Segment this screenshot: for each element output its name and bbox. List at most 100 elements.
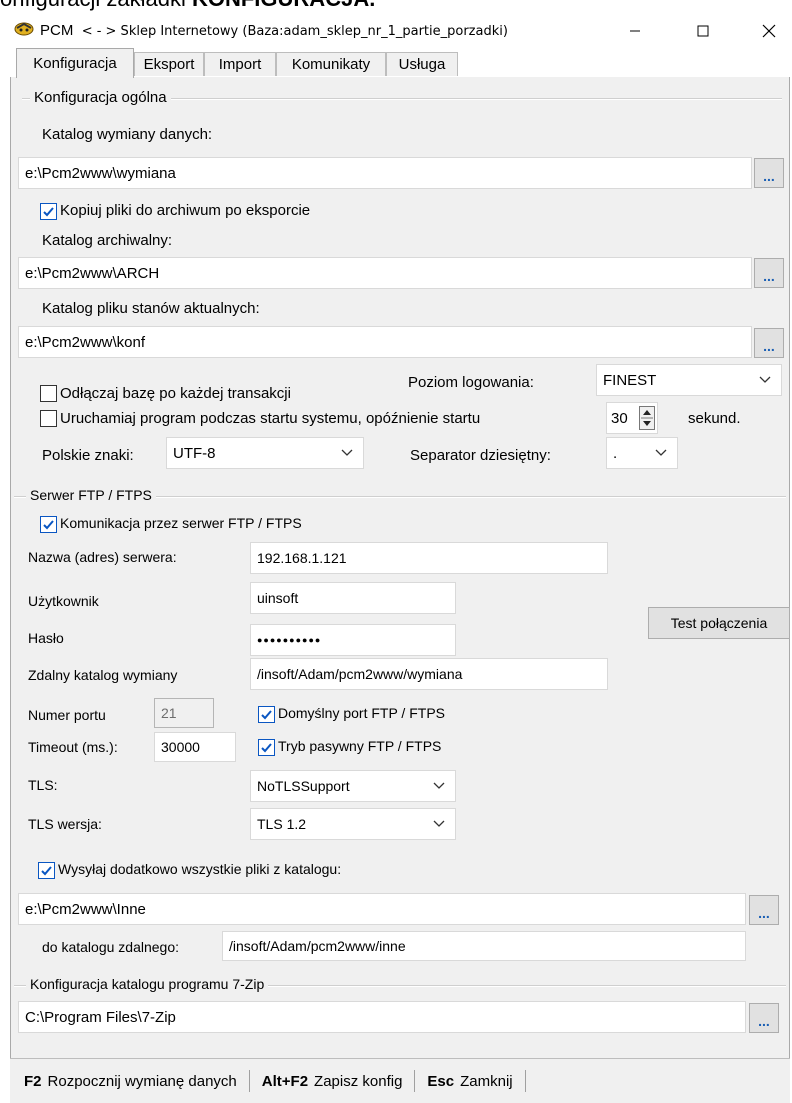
- spin-buttons[interactable]: [639, 406, 655, 430]
- 7zip-dir-browse-button[interactable]: ...: [749, 1003, 779, 1033]
- send-all-label: Wysyłaj dodatkowo wszystkie pliki z kata…: [58, 861, 342, 877]
- user-field[interactable]: uinsoft: [250, 582, 456, 614]
- shortcut-save-config[interactable]: Zapisz konfig: [314, 1073, 402, 1090]
- tls-label: TLS:: [28, 777, 58, 793]
- decimal-sep-label: Separator dziesiętny:: [410, 447, 551, 464]
- to-remote-label: do katalogu zdalnego:: [42, 939, 179, 955]
- server-field[interactable]: 192.168.1.121: [250, 542, 608, 574]
- tab-eksport[interactable]: Eksport: [134, 52, 204, 76]
- checkmark-icon: [43, 520, 54, 530]
- window-title: PCM < - > Sklep Internetowy (Baza:adam_s…: [40, 22, 508, 39]
- test-connection-button[interactable]: Test połączenia: [648, 607, 790, 639]
- tls-select[interactable]: NoTLSSupport: [250, 770, 456, 802]
- password-field[interactable]: ●●●●●●●●●●: [250, 624, 456, 656]
- shortcut-key: Alt+F2: [261, 1072, 309, 1090]
- charset-label: Polskie znaki:: [42, 447, 134, 464]
- remote-dir-field[interactable]: /insoft/Adam/pcm2www/wymiana: [250, 658, 608, 690]
- shortcut-key: Esc: [427, 1072, 455, 1090]
- archive-dir-field[interactable]: e:\Pcm2www\ARCH: [18, 257, 752, 289]
- tab-label: Import: [218, 56, 262, 73]
- tab-konfiguracja[interactable]: Konfiguracja: [16, 48, 134, 78]
- ftp-enable-checkbox[interactable]: [40, 516, 57, 533]
- start-delay-value: 30: [611, 409, 628, 427]
- server-label: Nazwa (adres) serwera:: [28, 549, 177, 565]
- tab-import[interactable]: Import: [204, 52, 276, 76]
- checkmark-icon: [43, 207, 54, 217]
- status-separator: [248, 1070, 250, 1092]
- ftp-enable-label: Komunikacja przez serwer FTP / FTPS: [60, 515, 302, 531]
- maximize-button[interactable]: [680, 14, 726, 48]
- chevron-down-icon: [655, 449, 667, 456]
- send-all-checkbox[interactable]: [38, 862, 55, 879]
- exchange-dir-field[interactable]: e:\Pcm2www\wymiana: [18, 157, 752, 189]
- passive-mode-checkbox[interactable]: [258, 739, 275, 756]
- close-button[interactable]: [746, 14, 792, 48]
- chevron-down-icon: [433, 782, 445, 789]
- minimize-icon: [630, 30, 640, 32]
- group-title-7zip: Konfiguracja katalogu programu 7-Zip: [26, 976, 269, 992]
- port-label: Numer portu: [28, 707, 106, 723]
- checkmark-icon: [261, 743, 272, 753]
- checkmark-icon: [41, 866, 52, 876]
- checkmark-icon: [261, 710, 272, 720]
- group-title-general: Konfiguracja ogólna: [30, 89, 171, 106]
- local-dir-field[interactable]: e:\Pcm2www\Inne: [18, 893, 746, 925]
- chevron-down-icon: [759, 376, 771, 383]
- to-remote-field[interactable]: /insoft/Adam/pcm2www/inne: [222, 931, 746, 961]
- tls-version-value: TLS 1.2: [257, 816, 307, 832]
- document-heading-fragment: onfiguracji zakładki KONFIGURACJA.: [0, 0, 375, 12]
- log-level-select[interactable]: FINEST: [596, 364, 782, 396]
- tab-usluga[interactable]: Usługa: [386, 52, 458, 76]
- chevron-down-icon: [341, 449, 353, 456]
- exchange-dir-browse-button[interactable]: ...: [754, 158, 784, 188]
- charset-value: UTF-8: [173, 444, 216, 462]
- stock-dir-label: Katalog pliku stanów aktualnych:: [42, 300, 260, 317]
- tab-label: Usługa: [398, 56, 446, 73]
- tab-label: Konfiguracja: [33, 55, 117, 72]
- user-label: Użytkownik: [28, 593, 99, 609]
- start-delay-spinner[interactable]: 30: [606, 402, 658, 434]
- chevron-down-icon: [433, 820, 445, 827]
- 7zip-dir-field[interactable]: C:\Program Files\7-Zip: [18, 1001, 746, 1033]
- status-bar: F2 Rozpocznij wymianę danych Alt+F2 Zapi…: [10, 1058, 790, 1103]
- disconnect-checkbox[interactable]: [40, 385, 57, 402]
- delay-unit-label: sekund.: [688, 410, 741, 427]
- password-label: Hasło: [28, 630, 64, 646]
- decimal-sep-select[interactable]: .: [606, 437, 678, 469]
- exchange-dir-label: Katalog wymiany danych:: [42, 126, 213, 143]
- tls-value: NoTLSSupport: [257, 778, 350, 794]
- shortcut-key: F2: [24, 1072, 42, 1090]
- group-title-ftp: Serwer FTP / FTPS: [26, 487, 156, 503]
- minimize-button[interactable]: [612, 14, 658, 48]
- tab-komunikaty[interactable]: Komunikaty: [276, 52, 386, 76]
- tls-version-label: TLS wersja:: [28, 816, 102, 832]
- tab-label: Komunikaty: [291, 56, 371, 73]
- remote-dir-label: Zdalny katalog wymiany: [28, 667, 178, 683]
- port-field[interactable]: 21: [154, 698, 214, 728]
- local-dir-browse-button[interactable]: ...: [749, 895, 779, 925]
- stock-dir-field[interactable]: e:\Pcm2www\konf: [18, 326, 752, 358]
- tls-version-select[interactable]: TLS 1.2: [250, 808, 456, 840]
- copy-to-archive-label: Kopiuj pliki do archiwum po eksporcie: [60, 202, 311, 219]
- archive-dir-label: Katalog archiwalny:: [42, 232, 173, 249]
- disconnect-label: Odłączaj bazę po każdej transakcji: [60, 385, 291, 402]
- shortcut-start-exchange[interactable]: Rozpocznij wymianę danych: [48, 1073, 237, 1090]
- status-separator: [524, 1070, 526, 1092]
- spin-arrows-icon: [641, 410, 653, 426]
- copy-to-archive-checkbox[interactable]: [40, 203, 57, 220]
- close-icon: [762, 24, 776, 38]
- timeout-label: Timeout (ms.):: [28, 739, 118, 755]
- default-port-checkbox[interactable]: [258, 706, 275, 723]
- timeout-field[interactable]: 30000: [154, 732, 236, 762]
- default-port-label: Domyślny port FTP / FTPS: [278, 705, 445, 721]
- tab-label: Eksport: [143, 56, 195, 73]
- passive-mode-label: Tryb pasywny FTP / FTPS: [278, 738, 442, 754]
- charset-select[interactable]: UTF-8: [166, 437, 364, 469]
- shortcut-close[interactable]: Zamknij: [460, 1073, 513, 1090]
- stock-dir-browse-button[interactable]: ...: [754, 328, 784, 358]
- autostart-label: Uruchamiaj program podczas startu system…: [60, 410, 481, 427]
- decimal-sep-value: .: [613, 444, 618, 462]
- archive-dir-browse-button[interactable]: ...: [754, 258, 784, 288]
- autostart-checkbox[interactable]: [40, 410, 57, 427]
- maximize-icon: [697, 25, 709, 37]
